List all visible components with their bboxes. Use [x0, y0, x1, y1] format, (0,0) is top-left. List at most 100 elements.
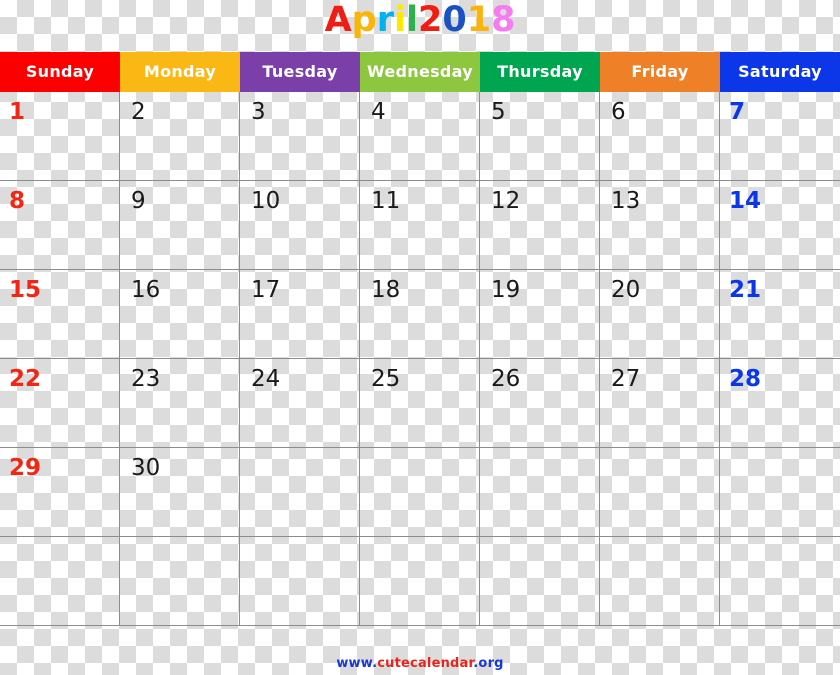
day-cell-empty[interactable]	[0, 537, 120, 625]
day-number: 13	[611, 188, 641, 214]
day-cell-18[interactable]: 18	[360, 270, 480, 358]
day-number: 15	[9, 277, 42, 303]
title-letter: 0	[442, 0, 467, 40]
weekday-header-friday: Friday	[600, 52, 720, 92]
day-cell-empty[interactable]	[720, 448, 840, 536]
footer-url-suffix: .org	[473, 656, 504, 671]
day-number: 1	[9, 99, 26, 125]
day-number: 10	[251, 188, 281, 214]
title-letter: 8	[491, 0, 516, 40]
day-cell-2[interactable]: 2	[120, 92, 240, 180]
day-number: 22	[9, 366, 42, 392]
title-letter: l	[405, 0, 418, 40]
weekday-header-wednesday: Wednesday	[360, 52, 480, 92]
day-cell-9[interactable]: 9	[120, 181, 240, 269]
day-cell-24[interactable]: 24	[240, 359, 360, 447]
day-number: 19	[491, 277, 521, 303]
calendar-grid: Sunday Monday Tuesday Wednesday Thursday Frid…	[0, 52, 840, 626]
day-cell-17[interactable]: 17	[240, 270, 360, 358]
day-cell-29[interactable]: 29	[0, 448, 120, 536]
page-title: April2018	[0, 0, 840, 44]
title-letter: r	[376, 0, 394, 40]
calendar-weeks: 1 2 3 4 5 6 7 8 9 10 11 12 13 14 15 16 17 18 19 20 21 22 23 24 2…	[0, 92, 840, 626]
day-cell-4[interactable]: 4	[360, 92, 480, 180]
weekday-header-sunday: Sunday	[0, 52, 120, 92]
day-number: 4	[371, 99, 386, 125]
day-cell-empty[interactable]	[240, 448, 360, 536]
day-number: 25	[371, 366, 401, 392]
day-cell-30[interactable]: 30	[120, 448, 240, 536]
day-number: 7	[729, 99, 746, 125]
day-number: 14	[729, 188, 762, 214]
day-cell-7[interactable]: 7	[720, 92, 840, 180]
day-cell-8[interactable]: 8	[0, 181, 120, 269]
title-letter: p	[351, 0, 377, 40]
day-cell-1[interactable]: 1	[0, 92, 120, 180]
day-number: 20	[611, 277, 641, 303]
day-number: 11	[371, 188, 401, 214]
calendar-week-row: 22 23 24 25 26 27 28	[0, 359, 840, 448]
calendar-week-row	[0, 537, 840, 626]
day-number: 29	[9, 455, 42, 481]
day-number: 3	[251, 99, 266, 125]
day-number: 6	[611, 99, 626, 125]
day-cell-16[interactable]: 16	[120, 270, 240, 358]
day-cell-23[interactable]: 23	[120, 359, 240, 447]
day-cell-empty[interactable]	[600, 537, 720, 625]
day-cell-6[interactable]: 6	[600, 92, 720, 180]
day-cell-22[interactable]: 22	[0, 359, 120, 447]
day-number: 8	[9, 188, 26, 214]
day-cell-14[interactable]: 14	[720, 181, 840, 269]
title-letter: i	[393, 0, 406, 40]
day-number: 23	[131, 366, 161, 392]
day-number: 26	[491, 366, 521, 392]
day-number: 18	[371, 277, 401, 303]
footer-url-name: cutecalendar	[377, 656, 474, 671]
day-number: 12	[491, 188, 521, 214]
day-cell-empty[interactable]	[480, 448, 600, 536]
day-cell-3[interactable]: 3	[240, 92, 360, 180]
day-number: 30	[131, 455, 161, 481]
day-cell-28[interactable]: 28	[720, 359, 840, 447]
calendar-week-row: 15 16 17 18 19 20 21	[0, 270, 840, 359]
weekday-header-monday: Monday	[120, 52, 240, 92]
day-cell-empty[interactable]	[480, 537, 600, 625]
day-cell-26[interactable]: 26	[480, 359, 600, 447]
day-cell-empty[interactable]	[360, 448, 480, 536]
calendar-week-row: 1 2 3 4 5 6 7	[0, 92, 840, 181]
day-cell-11[interactable]: 11	[360, 181, 480, 269]
day-number: 28	[729, 366, 762, 392]
calendar-week-row: 8 9 10 11 12 13 14	[0, 181, 840, 270]
day-cell-empty[interactable]	[120, 537, 240, 625]
day-cell-empty[interactable]	[600, 448, 720, 536]
day-cell-empty[interactable]	[720, 537, 840, 625]
day-number: 21	[729, 277, 762, 303]
weekday-header-thursday: Thursday	[480, 52, 600, 92]
title-letter: 1	[466, 0, 492, 40]
day-cell-20[interactable]: 20	[600, 270, 720, 358]
day-number: 16	[131, 277, 161, 303]
day-number: 27	[611, 366, 641, 392]
day-cell-12[interactable]: 12	[480, 181, 600, 269]
day-cell-10[interactable]: 10	[240, 181, 360, 269]
footer-credit[interactable]: www.cutecalendar.org	[0, 656, 840, 671]
calendar-week-row: 29 30	[0, 448, 840, 537]
weekday-header-row: Sunday Monday Tuesday Wednesday Thursday Frid…	[0, 52, 840, 92]
day-cell-27[interactable]: 27	[600, 359, 720, 447]
title-letter: A	[324, 0, 352, 40]
day-number: 5	[491, 99, 506, 125]
title-letter: 2	[417, 0, 443, 40]
day-cell-19[interactable]: 19	[480, 270, 600, 358]
day-cell-5[interactable]: 5	[480, 92, 600, 180]
day-cell-21[interactable]: 21	[720, 270, 840, 358]
day-number: 17	[251, 277, 281, 303]
day-cell-25[interactable]: 25	[360, 359, 480, 447]
day-cell-empty[interactable]	[360, 537, 480, 625]
day-cell-15[interactable]: 15	[0, 270, 120, 358]
day-number: 24	[251, 366, 281, 392]
weekday-header-tuesday: Tuesday	[240, 52, 360, 92]
day-cell-13[interactable]: 13	[600, 181, 720, 269]
footer-url-prefix: www.	[336, 656, 378, 671]
calendar-page: April2018 Sunday Monday Tuesday Wednesday Th…	[0, 0, 840, 675]
day-cell-empty[interactable]	[240, 537, 360, 625]
